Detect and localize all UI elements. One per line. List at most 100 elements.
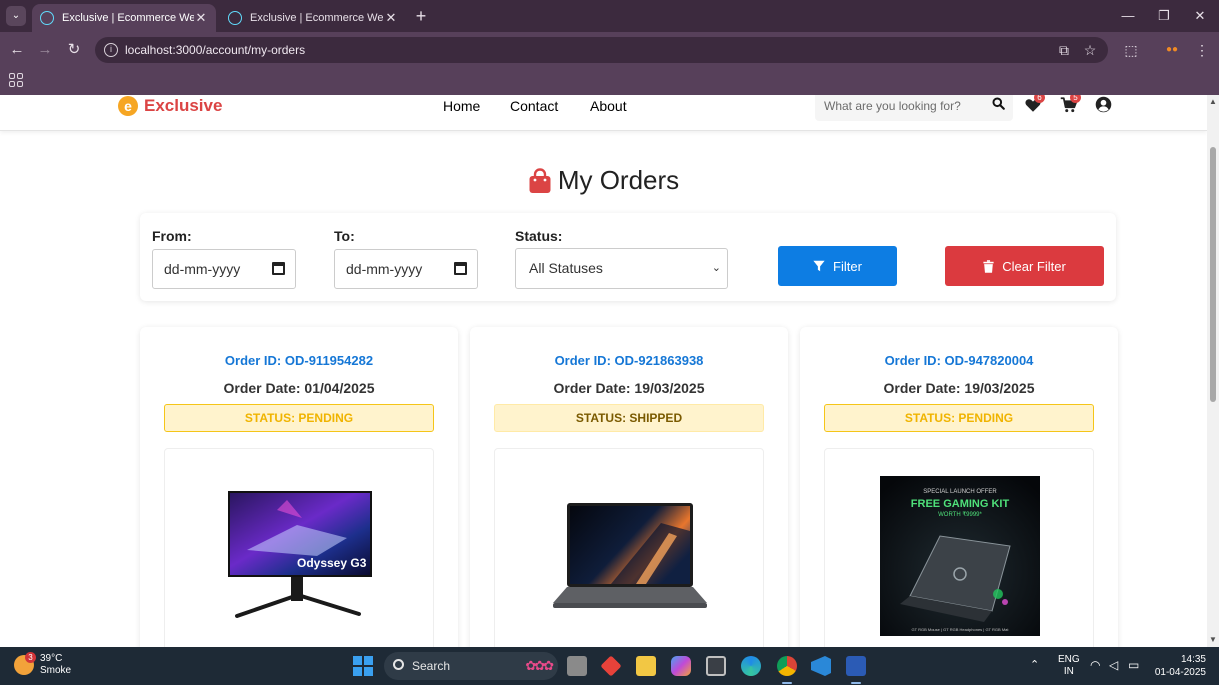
status-select-value: All Statuses [529, 260, 603, 276]
site-info-icon[interactable]: i [104, 43, 118, 57]
bookmarks-bar [0, 68, 1219, 95]
to-date-input[interactable]: dd-mm-yyyy [334, 249, 478, 289]
windows-taskbar: 3 39°C Smoke Search ✿✿✿ ⌃ ENG IN ◠ ◁ ▭ 1… [0, 647, 1219, 685]
order-product-image-box[interactable] [494, 448, 764, 647]
chrome-icon[interactable] [777, 656, 797, 684]
file-explorer-icon[interactable] [636, 656, 656, 676]
page-scrollbar[interactable]: ▲ ▼ [1207, 95, 1219, 647]
nav-contact[interactable]: Contact [510, 98, 558, 114]
nav-home[interactable]: Home [443, 98, 480, 114]
order-date: Order Date: 01/04/2025 [223, 380, 375, 396]
lang-code: ENG [1058, 654, 1080, 665]
task-view-icon[interactable] [567, 656, 587, 676]
extensions-icon[interactable]: ⬚ [1121, 40, 1141, 60]
wishlist-count-badge: 6 [1034, 95, 1045, 103]
url-field[interactable]: i localhost:3000/account/my-orders [95, 37, 1108, 63]
order-date: Order Date: 19/03/2025 [553, 380, 705, 396]
monitor-product-image: Odyssey G3 [228, 491, 372, 618]
volume-icon[interactable]: ◁ [1109, 658, 1118, 672]
to-label: To: [334, 228, 355, 244]
nav-about[interactable]: About [590, 98, 627, 114]
clock-time: 14:35 [1180, 654, 1206, 665]
order-id[interactable]: Order ID: OD-911954282 [140, 353, 458, 368]
order-product-image-box[interactable]: Odyssey G3 [164, 448, 434, 647]
offer-headline: FREE GAMING KIT [911, 498, 1010, 510]
reload-icon[interactable]: ↻ [64, 40, 84, 60]
system-clock[interactable]: 14:35 01-04-2025 [1150, 653, 1206, 679]
vscode-icon[interactable] [811, 656, 831, 676]
monitor-image-text: Odyssey G3 [297, 556, 367, 570]
weather-icon: 3 [14, 652, 36, 675]
calendar-icon[interactable] [454, 262, 467, 275]
cart-count-badge: 5 [1070, 95, 1081, 103]
site-logo[interactable]: e Exclusive [118, 96, 222, 116]
start-button[interactable] [353, 656, 373, 676]
scroll-up-icon[interactable]: ▲ [1209, 97, 1217, 106]
new-tab-icon[interactable]: + [412, 6, 430, 26]
tab-title: Exclusive | Ecommerce Website [250, 12, 384, 24]
tulips-icon: ✿✿✿ [525, 658, 554, 673]
apps-grid-icon[interactable] [9, 73, 23, 87]
show-hidden-icons[interactable]: ⌃ [1030, 658, 1039, 671]
page-title-row: My Orders [0, 165, 1207, 196]
microsoft-store-icon[interactable] [706, 656, 726, 676]
back-icon[interactable]: ← [7, 40, 27, 60]
gaming-laptop-offer-image: SPECIAL LAUNCH OFFER FREE GAMING KIT WOR… [880, 476, 1040, 636]
filter-button-label: Filter [833, 258, 862, 274]
lang-region: IN [1063, 666, 1074, 677]
edge-icon[interactable] [741, 656, 761, 676]
order-card[interactable]: Order ID: OD-947820004 Order Date: 19/03… [800, 327, 1118, 647]
clear-filter-button[interactable]: Clear Filter [945, 246, 1104, 286]
order-card[interactable]: Order ID: OD-921863938 Order Date: 19/03… [470, 327, 788, 647]
weather-widget[interactable]: 3 39°C Smoke [14, 652, 72, 677]
site-header: e Exclusive Home Contact About 6 [0, 95, 1207, 131]
search-input[interactable] [815, 95, 980, 121]
cart-button[interactable]: 5 [1060, 95, 1082, 118]
battery-icon[interactable]: ▭ [1128, 658, 1139, 672]
order-id[interactable]: Order ID: OD-921863938 [470, 353, 788, 368]
trash-icon [983, 259, 994, 273]
browser-menu-icon[interactable]: ⋮ [1192, 40, 1212, 60]
search-box [815, 95, 1013, 121]
order-card[interactable]: Order ID: OD-911954282 Order Date: 01/04… [140, 327, 458, 647]
order-status-badge: STATUS: SHIPPED [494, 404, 764, 432]
close-window-icon[interactable]: ✕ [1188, 6, 1212, 26]
taskbar-search-label: Search [412, 659, 451, 673]
browser-tab-active[interactable]: Exclusive | Ecommerce Website ✕ [32, 4, 216, 32]
scroll-down-icon[interactable]: ▼ [1209, 635, 1217, 644]
scrollbar-thumb[interactable] [1210, 147, 1216, 402]
order-product-image-box[interactable]: SPECIAL LAUNCH OFFER FREE GAMING KIT WOR… [824, 448, 1094, 647]
search-icon[interactable] [992, 97, 1005, 110]
close-tab-icon[interactable]: ✕ [194, 10, 208, 26]
weather-desc: Smoke [40, 665, 72, 676]
browser-tab-bar: ⌄ Exclusive | Ecommerce Website ✕ Exclus… [0, 0, 1219, 32]
restore-icon[interactable]: ❐ [1152, 6, 1176, 26]
order-status-badge: STATUS: PENDING [824, 404, 1094, 432]
calendar-icon[interactable] [272, 262, 285, 275]
wishlist-button[interactable]: 6 [1024, 95, 1046, 118]
chevron-down-icon: ⌄ [711, 262, 721, 274]
laptop-product-image [553, 503, 707, 608]
forward-icon[interactable]: → [35, 40, 55, 60]
from-date-input[interactable]: dd-mm-yyyy [152, 249, 296, 289]
tab-search-button[interactable]: ⌄ [6, 6, 26, 26]
copilot-icon[interactable] [671, 656, 691, 676]
status-select[interactable]: All Statuses ⌄ [515, 248, 728, 289]
order-id[interactable]: Order ID: OD-947820004 [800, 353, 1118, 368]
account-button[interactable] [1095, 96, 1117, 118]
taskbar-search[interactable]: Search ✿✿✿ [384, 652, 558, 680]
from-date-value: dd-mm-yyyy [164, 261, 241, 277]
logo-mark-icon: e [118, 96, 138, 116]
close-tab-icon[interactable]: ✕ [384, 10, 398, 26]
filter-button[interactable]: Filter [778, 246, 897, 286]
install-app-icon[interactable]: ⧉ [1054, 40, 1074, 60]
profile-avatar-icon[interactable]: ●● [1162, 40, 1182, 60]
language-indicator[interactable]: ENG IN [1058, 654, 1080, 678]
app-diamond-icon[interactable] [600, 655, 622, 677]
funnel-icon [813, 260, 825, 272]
wifi-icon[interactable]: ◠ [1090, 658, 1100, 672]
minimize-icon[interactable]: — [1116, 6, 1140, 26]
bookmark-star-icon[interactable]: ☆ [1080, 40, 1100, 60]
word-icon[interactable] [846, 656, 866, 684]
browser-tab[interactable]: Exclusive | Ecommerce Website ✕ [220, 4, 406, 32]
